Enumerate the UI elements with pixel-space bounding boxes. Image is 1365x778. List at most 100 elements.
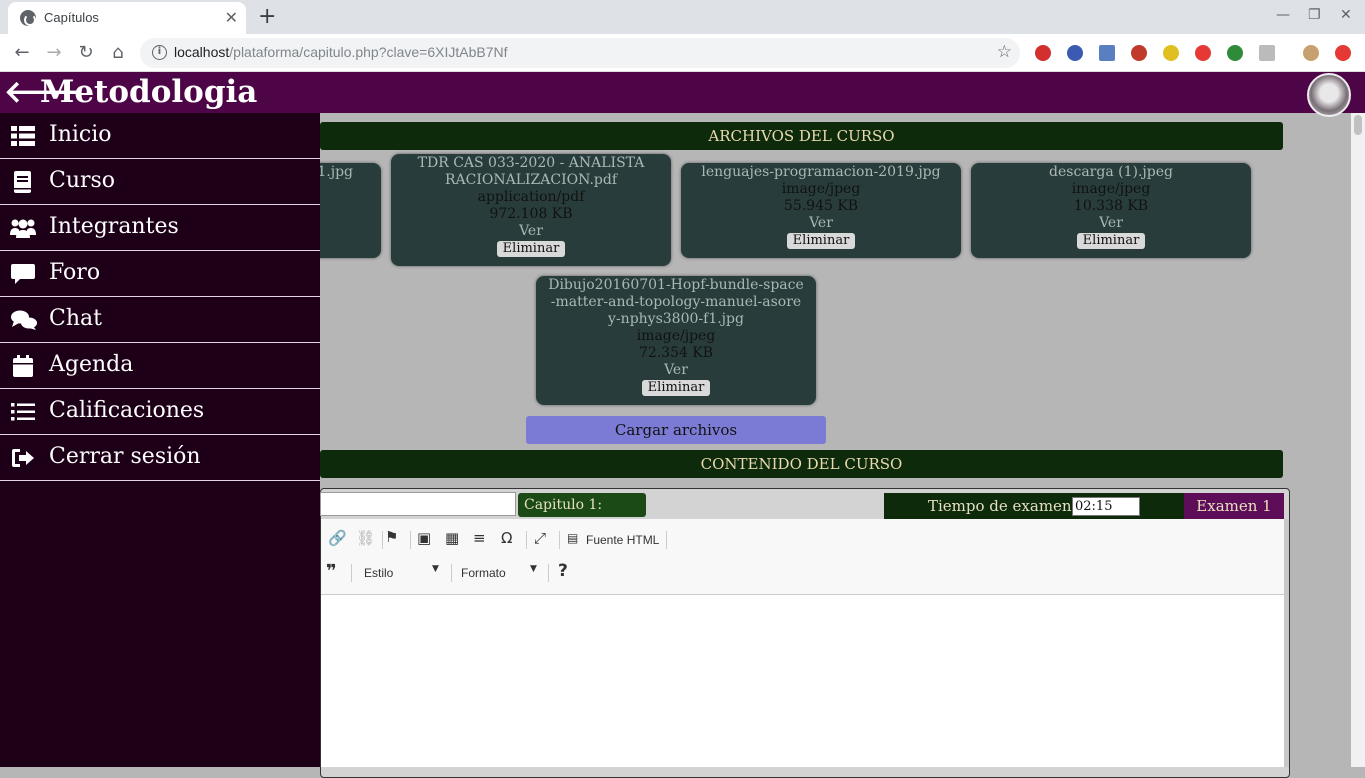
toolbar-separator bbox=[526, 531, 527, 549]
home-icon[interactable]: ⌂ bbox=[106, 41, 130, 65]
forward-icon[interactable]: → bbox=[42, 41, 66, 65]
menu-item-calificaciones[interactable]: Calificaciones bbox=[0, 389, 320, 435]
extension-icon[interactable] bbox=[1227, 45, 1243, 61]
help-button[interactable]: ? bbox=[558, 561, 568, 581]
minimize-icon[interactable]: — bbox=[1276, 7, 1290, 23]
menu-item-cerrar-sesion[interactable]: Cerrar sesión bbox=[0, 435, 320, 481]
file-name: lenguajes-programacion-2019.jpg bbox=[701, 164, 941, 180]
back-icon[interactable]: ← bbox=[10, 41, 34, 65]
toolbar-separator bbox=[548, 564, 549, 582]
view-link[interactable]: Ver bbox=[391, 223, 671, 240]
file-size: 972.108 KB bbox=[489, 206, 573, 222]
editor-scrollbar[interactable] bbox=[1284, 519, 1289, 767]
exam-time-input[interactable]: 02:15 bbox=[1072, 497, 1140, 516]
menu-item-integrantes[interactable]: Integrantes bbox=[0, 205, 320, 251]
bookmark-star-icon[interactable]: ☆ bbox=[997, 42, 1012, 62]
page-scrollbar[interactable] bbox=[1351, 113, 1365, 767]
url-text[interactable]: localhost/plataforma/capitulo.php?clave=… bbox=[174, 44, 508, 60]
chevron-down-icon[interactable]: ▼ bbox=[432, 564, 439, 574]
style-dropdown[interactable]: Estilo bbox=[364, 566, 393, 580]
extension-icon[interactable] bbox=[1163, 45, 1179, 61]
file-name: Dibujo20160701-Hopf-bundle-space-matter-… bbox=[548, 277, 804, 327]
menu-item-label: Calificaciones bbox=[49, 398, 205, 423]
menu-item-agenda[interactable]: Agenda bbox=[0, 343, 320, 389]
extension-icon[interactable] bbox=[1195, 45, 1211, 61]
chevron-down-icon[interactable]: ▼ bbox=[530, 564, 537, 574]
comment-icon bbox=[11, 264, 35, 284]
exam-time-box: Tiempo de examen: 02:15 bbox=[884, 493, 1184, 519]
extension-yab-icon[interactable] bbox=[1035, 45, 1051, 61]
browser-tab[interactable]: Capítulos ✕ bbox=[8, 2, 246, 34]
extension-icon[interactable] bbox=[1099, 45, 1115, 61]
view-link[interactable]: Ver bbox=[971, 215, 1251, 232]
file-size: 72.354 KB bbox=[638, 345, 714, 361]
menu-item-label: Cerrar sesión bbox=[49, 444, 201, 469]
maximize-icon[interactable]: ⤢ bbox=[534, 529, 546, 547]
delete-button[interactable]: Eliminar bbox=[1076, 233, 1146, 249]
table-icon[interactable]: ▦ bbox=[445, 529, 459, 547]
list-icon bbox=[11, 403, 35, 421]
scrollbar-thumb[interactable] bbox=[1354, 115, 1362, 135]
info-icon[interactable]: i bbox=[152, 45, 167, 60]
source-icon[interactable]: ▤ bbox=[567, 531, 578, 545]
horizontal-line-icon[interactable]: ≡ bbox=[473, 529, 486, 547]
anchor-flag-icon[interactable]: ⚑ bbox=[385, 528, 398, 546]
profile-icon[interactable] bbox=[1303, 45, 1319, 61]
toolbar-separator bbox=[351, 564, 352, 582]
new-tab-icon[interactable]: + bbox=[258, 4, 276, 29]
extension-icon[interactable] bbox=[1067, 45, 1083, 61]
view-link[interactable]: Ver bbox=[681, 215, 961, 232]
avatar[interactable] bbox=[1307, 73, 1351, 117]
extension-icon[interactable] bbox=[1259, 45, 1275, 61]
update-icon[interactable] bbox=[1335, 45, 1351, 61]
toolbar-separator bbox=[666, 531, 667, 549]
format-dropdown[interactable]: Formato bbox=[461, 566, 506, 580]
delete-button[interactable]: Eliminar bbox=[496, 241, 566, 257]
content-section-header: CONTENIDO DEL CURSO bbox=[320, 450, 1283, 478]
book-icon bbox=[14, 171, 31, 193]
chapter-select[interactable]: Capitulo 1: Elipse ⇕ bbox=[518, 493, 646, 537]
chapter-name-input[interactable] bbox=[320, 492, 516, 516]
image-icon[interactable]: ▣ bbox=[417, 529, 431, 547]
editor-topbar: Capitulo 1: Elipse ⇕ Tiempo de examen: 0… bbox=[320, 489, 1288, 537]
exam-button[interactable]: Examen 1 bbox=[1184, 493, 1284, 519]
files-section-header: ARCHIVOS DEL CURSO bbox=[320, 122, 1283, 150]
sign-out-icon bbox=[12, 449, 34, 467]
toolbar-separator bbox=[410, 531, 411, 549]
source-html-button[interactable]: Fuente HTML bbox=[586, 533, 659, 547]
menu-item-inicio[interactable]: Inicio bbox=[0, 113, 320, 159]
close-tab-icon[interactable]: ✕ bbox=[225, 8, 238, 27]
address-bar[interactable]: i localhost/plataforma/capitulo.php?clav… bbox=[140, 38, 1020, 68]
toolbar-separator bbox=[451, 564, 452, 582]
browser-tab-bar: Capítulos ✕ + — ❐ ✕ bbox=[0, 0, 1365, 34]
page-title: Metodologia bbox=[40, 74, 258, 110]
file-size: 55.945 KB bbox=[783, 198, 859, 214]
menu-item-chat[interactable]: Chat bbox=[0, 297, 320, 343]
menu-item-foro[interactable]: Foro bbox=[0, 251, 320, 297]
file-card: TDR CAS 033-2020 - ANALISTA RACIONALIZAC… bbox=[391, 154, 671, 266]
menu-item-curso[interactable]: Curso bbox=[0, 159, 320, 205]
toolbar-separator bbox=[559, 531, 560, 549]
delete-button[interactable]: Eliminar bbox=[641, 380, 711, 396]
unlink-icon[interactable]: ⛓ bbox=[356, 529, 375, 547]
app-header: 🡐 Metodologia bbox=[0, 72, 1365, 113]
tab-title: Capítulos bbox=[44, 10, 99, 25]
side-menu: Inicio Curso Integrantes Foro Chat Agend… bbox=[0, 113, 320, 767]
special-char-icon[interactable]: Ω bbox=[501, 529, 512, 547]
reload-icon[interactable]: ↻ bbox=[74, 41, 98, 65]
file-size: 10.338 KB bbox=[1073, 198, 1149, 214]
upload-files-button[interactable]: Cargar archivos bbox=[526, 416, 826, 444]
link-icon[interactable]: 🔗 bbox=[328, 529, 347, 547]
editor-content-area[interactable] bbox=[321, 595, 1284, 767]
menu-item-label: Integrantes bbox=[49, 214, 179, 239]
file-card: Dibujo20160701-Hopf-bundle-space-matter-… bbox=[536, 276, 816, 405]
file-type: application/pdf bbox=[477, 189, 585, 205]
view-link[interactable]: Ver bbox=[536, 362, 816, 379]
extension-icon[interactable] bbox=[1131, 45, 1147, 61]
close-window-icon[interactable]: ✕ bbox=[1340, 7, 1352, 23]
file-name: TDR CAS 033-2020 - ANALISTA RACIONALIZAC… bbox=[417, 155, 645, 188]
restore-icon[interactable]: ❐ bbox=[1308, 7, 1321, 23]
blockquote-icon[interactable]: ❞ bbox=[326, 561, 337, 582]
browser-toolbar: ← → ↻ ⌂ i localhost/plataforma/capitulo.… bbox=[0, 34, 1365, 72]
delete-button[interactable]: Eliminar bbox=[786, 233, 856, 249]
